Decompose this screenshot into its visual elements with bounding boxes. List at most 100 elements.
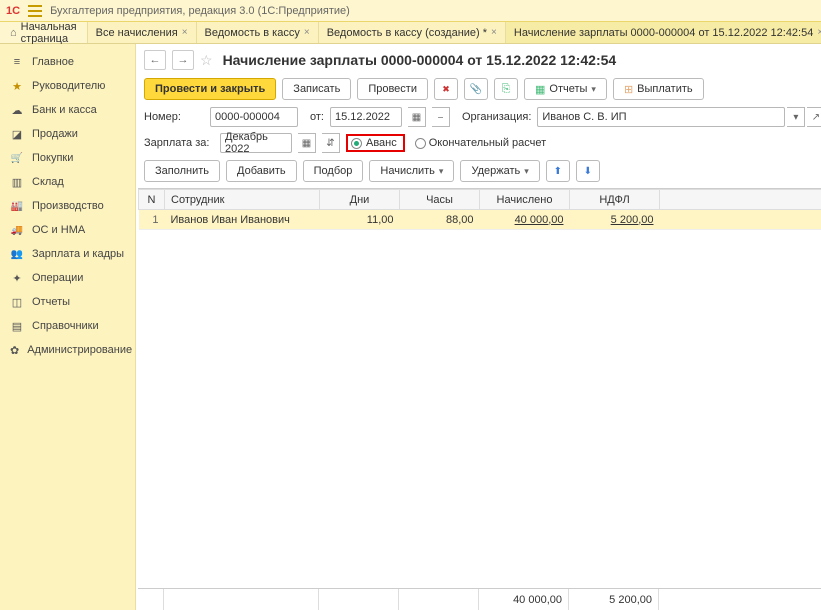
period-field[interactable]: Декабрь 2022 <box>220 133 292 153</box>
withhold-button[interactable]: Удержать <box>460 160 539 182</box>
radio-advance-highlight: Аванс <box>346 134 405 152</box>
content: ← → ☆ Начисление зарплаты 0000-000004 от… <box>136 44 821 610</box>
calendar-button[interactable]: ▦ <box>408 107 426 127</box>
sidebar-item-bank-cash[interactable]: Банк и касса <box>0 98 135 122</box>
cell-employee: Иванов Иван Иванович <box>165 210 320 230</box>
period-stepper[interactable]: ⇵ <box>322 133 340 153</box>
attach-button[interactable] <box>464 78 488 100</box>
cart-icon <box>10 151 24 165</box>
th-ndfl[interactable]: НДФЛ <box>570 190 660 210</box>
cell-accrued[interactable]: 40 000,00 <box>480 210 570 230</box>
th-n[interactable]: N <box>139 190 165 210</box>
select-button[interactable]: Подбор <box>303 160 364 182</box>
star-icon[interactable]: ☆ <box>200 52 213 69</box>
sidebar-item-operations[interactable]: Операции <box>0 266 135 290</box>
caret-icon <box>439 165 444 177</box>
sidebar-item-main[interactable]: Главное <box>0 50 135 74</box>
back-button[interactable]: ← <box>144 50 166 70</box>
radio-final[interactable] <box>415 138 426 149</box>
table: N Сотрудник Дни Часы Начислено НДФЛ 1 Ив… <box>138 188 821 610</box>
btn-label: Заполнить <box>155 165 209 177</box>
calendar-button[interactable]: ▦ <box>298 133 316 153</box>
th-empty <box>660 190 821 210</box>
tab-home[interactable]: ⌂ Начальная страница <box>0 22 87 43</box>
table-header: N Сотрудник Дни Часы Начислено НДФЛ <box>139 190 821 210</box>
close-icon[interactable]: × <box>491 27 497 38</box>
table-row[interactable]: 1 Иванов Иван Иванович 11,00 88,00 40 00… <box>139 210 821 230</box>
dtkt-icon <box>442 83 450 95</box>
tab-2[interactable]: Ведомость в кассу (создание) * × <box>318 22 505 43</box>
radio-advance[interactable] <box>351 138 362 149</box>
btn-label: Подбор <box>314 165 353 177</box>
wrench-icon <box>10 343 19 357</box>
box-icon <box>10 175 24 189</box>
move-up-button[interactable] <box>546 160 570 182</box>
date-field[interactable]: 15.12.2022 <box>330 107 402 127</box>
sidebar-item-reports[interactable]: Отчеты <box>0 290 135 314</box>
sidebar-item-admin[interactable]: Администрирование <box>0 338 135 362</box>
factory-icon <box>10 199 24 213</box>
label-date: от: <box>310 111 324 123</box>
burger-icon[interactable] <box>28 5 42 17</box>
accrue-button[interactable]: Начислить <box>369 160 454 182</box>
forward-button[interactable]: → <box>172 50 194 70</box>
org-value: Иванов С. В. ИП <box>542 111 626 123</box>
post-and-close-button[interactable]: Провести и закрыть <box>144 78 276 100</box>
th-employee[interactable]: Сотрудник <box>165 190 320 210</box>
cell-ndfl[interactable]: 5 200,00 <box>570 210 660 230</box>
home-icon: ⌂ <box>10 27 17 39</box>
sidebar-item-refs[interactable]: Справочники <box>0 314 135 338</box>
number-field[interactable]: 0000-000004 <box>210 107 298 127</box>
cell-hours: 88,00 <box>400 210 480 230</box>
caret-icon <box>591 83 596 95</box>
caret-icon <box>524 165 529 177</box>
cloud-icon <box>10 103 24 117</box>
template-icon <box>502 83 511 96</box>
th-accrued[interactable]: Начислено <box>480 190 570 210</box>
org-dropdown-button[interactable]: ▾ <box>787 107 805 127</box>
sidebar-item-label: Производство <box>32 200 104 212</box>
sidebar-item-assets[interactable]: ОС и НМА <box>0 218 135 242</box>
arrow-down-icon <box>584 165 592 177</box>
btn-label: Провести <box>368 83 417 95</box>
close-icon[interactable]: × <box>817 27 821 38</box>
clip-icon <box>470 83 482 95</box>
tab-1[interactable]: Ведомость в кассу × <box>196 22 318 43</box>
toolbar-table: Заполнить Добавить Подбор Начислить Удер… <box>136 156 821 186</box>
fill-button[interactable]: Заполнить <box>144 160 220 182</box>
add-button[interactable]: Добавить <box>226 160 297 182</box>
org-open-button[interactable]: ↗ <box>807 107 821 127</box>
template-button[interactable] <box>494 78 518 100</box>
th-days[interactable]: Дни <box>320 190 400 210</box>
sidebar-item-salary-hr[interactable]: Зарплата и кадры <box>0 242 135 266</box>
post-button[interactable]: Провести <box>357 78 428 100</box>
org-field[interactable]: Иванов С. В. ИП <box>537 107 785 127</box>
pay-button[interactable]: Выплатить <box>613 78 704 100</box>
sidebar-item-production[interactable]: Производство <box>0 194 135 218</box>
dtkt-button[interactable] <box>434 78 458 100</box>
sidebar-item-stock[interactable]: Склад <box>0 170 135 194</box>
sidebar-item-sales[interactable]: Продажи <box>0 122 135 146</box>
sidebar-item-label: Отчеты <box>32 296 70 308</box>
move-down-button[interactable] <box>576 160 600 182</box>
tab-3[interactable]: Начисление зарплаты 0000-000004 от 15.12… <box>505 22 821 43</box>
date-clear-button[interactable]: – <box>432 107 450 127</box>
tab-0[interactable]: Все начисления × <box>87 22 196 43</box>
th-hours[interactable]: Часы <box>400 190 480 210</box>
reports-button[interactable]: Отчеты <box>524 78 607 100</box>
tab-label: Все начисления <box>96 27 178 39</box>
close-icon[interactable]: × <box>182 27 188 38</box>
sidebar-item-manager[interactable]: Руководителю <box>0 74 135 98</box>
footer-ndfl: 5 200,00 <box>569 589 659 610</box>
date-value: 15.12.2022 <box>335 111 390 123</box>
close-icon[interactable]: × <box>304 27 310 38</box>
sidebar-item-label: Главное <box>32 56 74 68</box>
star-icon <box>10 79 24 93</box>
page-head: ← → ☆ Начисление зарплаты 0000-000004 от… <box>136 44 821 74</box>
report-icon <box>535 83 545 96</box>
footer-accrued: 40 000,00 <box>479 589 569 610</box>
tag-icon <box>10 127 24 141</box>
save-button[interactable]: Записать <box>282 78 351 100</box>
sidebar-item-purchases[interactable]: Покупки <box>0 146 135 170</box>
cell-days: 11,00 <box>320 210 400 230</box>
